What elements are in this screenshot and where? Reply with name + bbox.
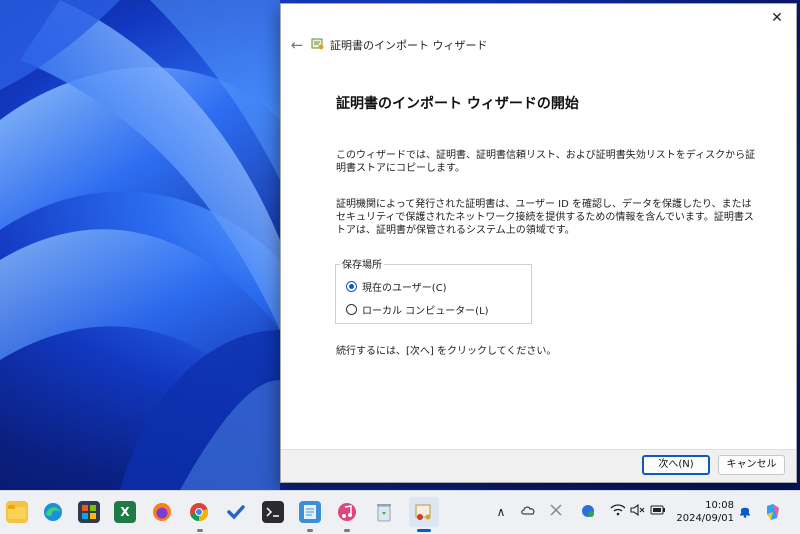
microsoft-store-icon[interactable]: [78, 501, 100, 523]
notepad-icon[interactable]: [299, 501, 321, 523]
edge-icon[interactable]: [42, 501, 64, 523]
intro-paragraph: このウィザードでは、証明書、証明書信頼リスト、および証明書失効リストをディスクか…: [336, 150, 756, 174]
certificate-import-wizard-dialog: ✕ ← 証明書のインポート ウィザード 証明書のインポート ウィザードの開始 こ…: [280, 3, 797, 483]
chrome-icon[interactable]: [188, 501, 210, 523]
radio-label-current-user: 現在のユーザー(C): [362, 282, 447, 294]
copilot-icon[interactable]: [763, 502, 783, 522]
battery-icon[interactable]: [650, 504, 666, 520]
speaker-muted-icon[interactable]: [630, 503, 646, 520]
wizard-title: 証明書のインポート ウィザード: [330, 39, 488, 52]
todo-icon[interactable]: [225, 501, 247, 523]
firefox-icon[interactable]: [151, 501, 173, 523]
next-button[interactable]: 次へ(N): [642, 455, 710, 475]
dialog-footer: 次へ(N) キャンセル: [281, 449, 796, 482]
store-location-group: 保存場所 現在のユーザー(C) ローカル コンピューター(L): [335, 256, 532, 324]
clock-time: 10:08: [705, 500, 734, 511]
onedrive-icon[interactable]: [520, 504, 536, 520]
chrome-running-indicator: [197, 529, 203, 532]
music-running-indicator: [344, 529, 350, 532]
radio-local-computer[interactable]: ローカル コンピューター(L): [346, 302, 489, 317]
terminal-icon[interactable]: [262, 501, 284, 523]
show-hidden-icons-chevron[interactable]: ∧: [493, 504, 509, 520]
radio-button-unchecked[interactable]: [346, 303, 357, 315]
radio-label-local-computer: ローカル コンピューター(L): [362, 305, 489, 317]
taskbar: X ∧ 10:08 2024/09/01: [0, 490, 800, 534]
notification-bell-icon[interactable]: [737, 504, 753, 520]
music-icon[interactable]: [336, 501, 358, 523]
certificate-wizard-icon[interactable]: [409, 497, 439, 527]
store-location-legend: 保存場所: [340, 256, 384, 271]
cancel-button[interactable]: キャンセル: [718, 455, 785, 475]
wifi-icon[interactable]: [610, 504, 626, 520]
continue-instruction: 続行するには、[次へ] をクリックしてください。: [336, 346, 557, 357]
radio-current-user[interactable]: 現在のユーザー(C): [346, 279, 447, 294]
notepad-running-indicator: [307, 529, 313, 532]
wizard-header: ← 証明書のインポート ウィザード: [281, 30, 796, 60]
close-button[interactable]: ✕: [766, 8, 788, 28]
certificate-icon: [311, 38, 324, 50]
clock-date: 2024/09/01: [676, 513, 734, 524]
excel-icon[interactable]: X: [114, 501, 136, 523]
active-window-indicator: [417, 529, 431, 532]
radio-button-checked[interactable]: [346, 280, 357, 292]
page-heading: 証明書のインポート ウィザードの開始: [336, 96, 579, 112]
back-arrow-icon[interactable]: ←: [287, 35, 307, 55]
security-shield-icon[interactable]: [580, 504, 596, 520]
system-clock[interactable]: 10:08 2024/09/01: [676, 499, 734, 525]
file-explorer-icon[interactable]: [6, 501, 28, 523]
close-icon[interactable]: [548, 504, 564, 520]
recycle-bin-icon[interactable]: [373, 501, 395, 523]
description-paragraph: 証明機関によって発行された証明書は、ユーザー ID を確認し、データを保護したり…: [336, 199, 754, 236]
